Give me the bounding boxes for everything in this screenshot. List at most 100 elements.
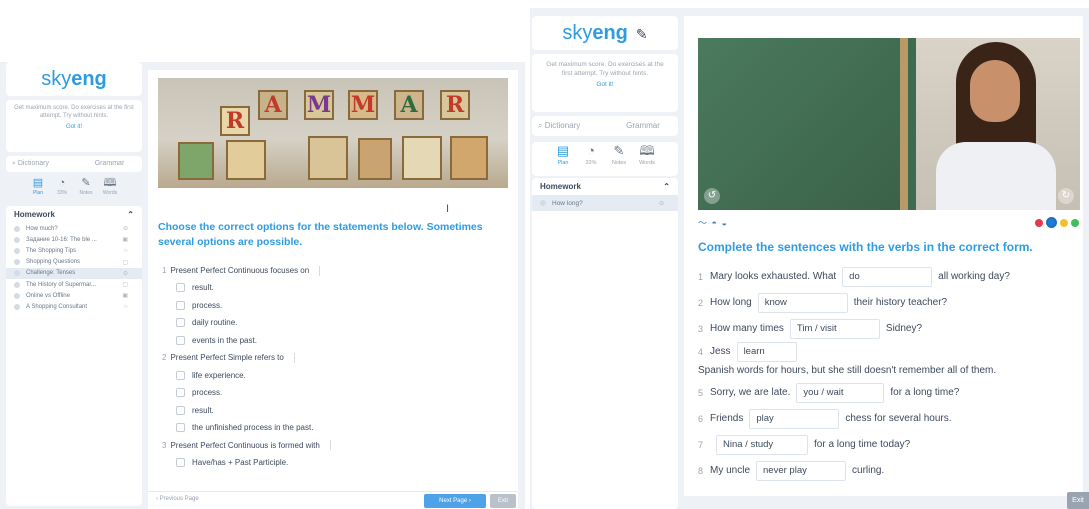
sentence-8: 8 My uncle never play curling. xyxy=(698,458,1078,484)
teacher xyxy=(936,142,1056,210)
option-checkbox[interactable]: life experience. xyxy=(162,366,502,384)
skyeng-logo[interactable]: skyeng xyxy=(6,62,142,96)
progress-tool[interactable]: ◔ 33% xyxy=(581,142,601,176)
verb-input[interactable]: learn xyxy=(736,342,797,362)
teacher-video[interactable]: ↺ ↻ xyxy=(698,38,1080,210)
plan-tool[interactable]: ▤ Plan xyxy=(29,176,47,204)
headphones-icon: ∩ xyxy=(123,303,128,310)
hare-icon[interactable]: ◒ xyxy=(721,218,727,228)
homework-item-active[interactable]: Challenge: Tenses ⊖ xyxy=(6,267,142,279)
got-it-link[interactable]: Got it! xyxy=(14,123,134,131)
homework-item[interactable]: Shopping Questions ▢ xyxy=(6,257,142,268)
next-page-button[interactable]: Next Page › xyxy=(424,494,486,508)
homework-item[interactable]: Online vs Offline ▣ xyxy=(6,290,142,301)
turtle-icon[interactable]: 〜 xyxy=(698,218,708,228)
homework-header[interactable]: Homework ⌃ xyxy=(532,178,678,195)
option-checkbox[interactable]: daily routine. xyxy=(162,314,502,332)
homework-item[interactable]: Задание 10-16: The ble ... ▣ xyxy=(6,234,142,245)
verb-input[interactable]: do xyxy=(842,267,933,287)
previous-page-button[interactable]: ‹ Previous Page xyxy=(156,496,199,502)
question-3: 3 Present Perfect Continuous is formed wi… xyxy=(162,437,502,454)
page-footer: ‹ Previous Page Next Page › Exit xyxy=(148,491,518,509)
right-screen: skyeng ✎ Get maximum score. Do exercises … xyxy=(530,8,1089,509)
verb-input[interactable]: Tim / visit xyxy=(789,319,880,339)
option-checkbox[interactable]: result. xyxy=(162,402,502,420)
got-it-link[interactable]: Got it! xyxy=(542,80,668,89)
question-2: 2 Present Perfect Simple refers to xyxy=(162,349,502,366)
chevron-up-icon: ⌃ xyxy=(127,210,134,219)
sentence-5: 5 Sorry, we are late. you / wait for a long… xyxy=(698,380,1078,406)
option-checkbox[interactable]: result. xyxy=(162,279,502,297)
option-checkbox[interactable]: process. xyxy=(162,384,502,402)
color-dot-yellow[interactable] xyxy=(1060,218,1068,227)
verb-input[interactable]: know xyxy=(757,293,848,313)
verb-input[interactable]: you / wait xyxy=(796,383,885,403)
replay-icon[interactable]: ↺ xyxy=(704,188,720,204)
exercise-question-list: 1 Present Perfect Continuous focuses on r… xyxy=(162,262,502,471)
forward-icon[interactable]: ↻ xyxy=(1058,188,1074,204)
progress-icon: ◔ xyxy=(58,177,66,189)
right-sidebar: skyeng ✎ Get maximum score. Do exercises … xyxy=(532,16,678,509)
homework-item[interactable]: The History of Supermar... ▢ xyxy=(6,279,142,290)
book-icon: 🕮 xyxy=(639,143,655,158)
tag-icon: ⊖ xyxy=(122,226,128,233)
notes-tool[interactable]: ✎ Notes xyxy=(609,142,629,176)
tab-grammar[interactable]: Grammar xyxy=(608,116,678,136)
book-icon: 🕮 xyxy=(103,177,117,189)
words-tool[interactable]: 🕮 Words xyxy=(101,176,119,204)
chat-icon: ▢ xyxy=(122,282,128,289)
dictionary-search[interactable]: ⌕ Dictionary xyxy=(6,156,77,172)
skyeng-logo[interactable]: skyeng ✎ xyxy=(532,16,678,50)
chat-icon: ▢ xyxy=(122,259,128,266)
left-screen: skyeng Get maximum score. Do exercises a… xyxy=(0,62,525,509)
color-dot-green[interactable] xyxy=(1071,218,1079,227)
tool-icons: ▤ Plan ◔ 33% ✎ Notes 🕮 Words xyxy=(6,176,142,204)
snail-icon[interactable]: ◓ xyxy=(712,218,718,228)
text-cursor-icon: I xyxy=(446,203,450,215)
words-tool[interactable]: 🕮 Words xyxy=(637,142,657,176)
video-icon: ▣ xyxy=(122,237,128,244)
exit-button[interactable]: Exit xyxy=(1067,492,1089,509)
option-checkbox[interactable]: events in the past. xyxy=(162,332,502,350)
option-checkbox[interactable]: process. xyxy=(162,297,502,315)
verb-input[interactable]: never play xyxy=(756,461,847,481)
sentence-1: 1 Mary looks exhausted. What do all working… xyxy=(698,264,1078,290)
homework-item[interactable]: How much? ⊖ xyxy=(6,223,142,234)
option-checkbox[interactable]: Have/has + Past Participle. xyxy=(162,454,502,472)
exit-button[interactable]: Exit xyxy=(490,494,516,508)
pencil-icon[interactable]: ✎ xyxy=(636,26,648,42)
sentence-2: 2 How long know their history teacher? xyxy=(698,290,1078,316)
verb-input[interactable]: Nina / study xyxy=(716,435,808,455)
tag-icon: ⊖ xyxy=(122,270,128,277)
pencil-icon: ✎ xyxy=(613,143,625,158)
left-main-content: R A M M A R Choose the correct options f… xyxy=(148,70,518,509)
right-main-content: ↺ ↻ 〜 ◓ ◒ Complete the sentences with th… xyxy=(684,16,1083,496)
question-1: 1 Present Perfect Continuous focuses on xyxy=(162,262,502,279)
progress-tool[interactable]: ◔ 33% xyxy=(53,176,71,204)
hint-text: Get maximum score. Do exercises at the f… xyxy=(546,61,664,77)
sentence-3: 3 How many times Tim / visit Sidney? xyxy=(698,316,1078,342)
verb-input[interactable]: play xyxy=(749,409,840,429)
tag-icon: ⊖ xyxy=(658,200,664,207)
tab-grammar[interactable]: Grammar xyxy=(77,156,142,172)
color-dot-blue-selected[interactable] xyxy=(1046,217,1057,228)
tool-icons: ▤ Plan ◔ 33% ✎ Notes 🕮 Words xyxy=(532,142,678,176)
sidebar-tabs: ⌕ Dictionary Grammar xyxy=(532,116,678,136)
option-checkbox[interactable]: the unfinished process in the past. xyxy=(162,419,502,437)
color-dot-red[interactable] xyxy=(1035,218,1043,227)
notes-tool[interactable]: ✎ Notes xyxy=(77,176,95,204)
plan-tool[interactable]: ▤ Plan xyxy=(553,142,573,176)
dictionary-search[interactable]: ⌕ Dictionary xyxy=(532,116,608,136)
speed-controls[interactable]: 〜 ◓ ◒ xyxy=(698,216,728,229)
sentence-6: 6 Friends play chess for several hours. xyxy=(698,406,1078,432)
video-icon: ▣ xyxy=(122,293,128,300)
homework-header[interactable]: Homework ⌃ xyxy=(6,206,142,223)
homework-item[interactable]: The Shopping Tips ∩ xyxy=(6,245,142,256)
chalkboard xyxy=(698,38,908,210)
search-icon: ⌕ xyxy=(538,121,545,130)
homework-item[interactable]: A Shopping Consultant ∩ xyxy=(6,301,142,312)
homework-item-active[interactable]: How long? ⊖ xyxy=(532,195,678,211)
sidebar-tabs: ⌕ Dictionary Grammar xyxy=(6,156,142,172)
sentence-4: 4 Jess learn Spanish words for hours, but s… xyxy=(698,342,1078,380)
left-sidebar: skyeng Get maximum score. Do exercises a… xyxy=(6,62,142,509)
